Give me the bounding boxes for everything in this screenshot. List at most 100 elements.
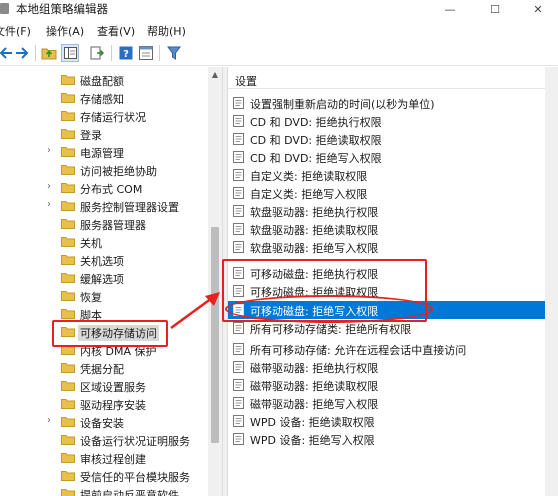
setting-row[interactable]: 磁带驱动器: 拒绝写入权限 xyxy=(228,394,558,412)
setting-label: CD 和 DVD: 拒绝读取权限 xyxy=(250,134,382,147)
forward-icon[interactable] xyxy=(14,44,32,62)
tree-item-tpm-services[interactable]: 受信任的平台模块服务 xyxy=(0,467,208,485)
setting-row[interactable]: 自定义类: 拒绝写入权限 xyxy=(228,184,558,202)
folder-icon xyxy=(61,200,75,211)
tree-item-label: 区域设置服务 xyxy=(80,381,146,394)
tree-item-shutdown[interactable]: 关机 xyxy=(0,233,208,251)
policy-setting-icon xyxy=(233,205,244,217)
setting-label: 软盘驱动器: 拒绝执行权限 xyxy=(250,206,379,219)
setting-label: 所有可移动存储: 允许在远程会话中直接访问 xyxy=(250,344,467,357)
menu-file[interactable]: 文件(F) xyxy=(0,23,31,39)
setting-row-selected[interactable]: 可移动磁盘: 拒绝写入权限 xyxy=(228,301,558,319)
tree-item-storage-health[interactable]: 存储运行状况 xyxy=(0,107,208,125)
folder-icon xyxy=(61,344,75,355)
tree-item-device-health-attestation[interactable]: 设备运行状况证明服务 xyxy=(0,431,208,449)
tree-scrollbar[interactable]: ▲ xyxy=(208,67,222,496)
show-hide-tree-icon[interactable] xyxy=(61,44,79,62)
tree-item-early-launch-antimalware[interactable]: 提前启动反恶意软件 xyxy=(0,485,208,496)
tree-item-distributed-com[interactable]: › 分布式 COM xyxy=(0,179,208,197)
setting-row[interactable]: CD 和 DVD: 拒绝读取权限 xyxy=(228,130,558,148)
help-icon[interactable]: ? xyxy=(117,44,135,62)
folder-icon xyxy=(61,308,75,319)
tree-item-label: 访问被拒绝协助 xyxy=(80,165,157,178)
setting-row[interactable]: CD 和 DVD: 拒绝写入权限 xyxy=(228,148,558,166)
setting-label: CD 和 DVD: 拒绝执行权限 xyxy=(250,116,382,129)
folder-icon xyxy=(61,398,75,409)
properties-icon[interactable] xyxy=(137,44,155,62)
menu-view[interactable]: 查看(V) xyxy=(97,23,135,39)
setting-row[interactable]: 软盘驱动器: 拒绝读取权限 xyxy=(228,220,558,238)
setting-row[interactable]: 软盘驱动器: 拒绝写入权限 xyxy=(228,238,558,256)
tree-item-audit-process-creation[interactable]: 审核过程创建 xyxy=(0,449,208,467)
setting-label: 可移动磁盘: 拒绝执行权限 xyxy=(250,268,379,281)
tree-item-mitigation-options[interactable]: 缓解选项 xyxy=(0,269,208,287)
scrollbar-thumb[interactable] xyxy=(211,227,219,443)
setting-row[interactable]: 软盘驱动器: 拒绝执行权限 xyxy=(228,202,558,220)
minimize-button[interactable]: — xyxy=(430,0,470,18)
setting-row[interactable]: 自定义类: 拒绝读取权限 xyxy=(228,166,558,184)
policy-setting-icon xyxy=(233,322,244,334)
scroll-up-arrow-icon[interactable]: ▲ xyxy=(208,67,222,81)
tree-item-server-manager[interactable]: 服务器管理器 xyxy=(0,215,208,233)
export-list-icon[interactable] xyxy=(88,44,106,62)
setting-row[interactable]: WPD 设备: 拒绝读取权限 xyxy=(228,412,558,430)
folder-icon xyxy=(61,146,75,157)
tree-item-credentials-delegation[interactable]: 凭据分配 xyxy=(0,359,208,377)
folder-icon xyxy=(61,92,75,103)
chevron-right-icon[interactable]: › xyxy=(47,145,57,157)
tree-item-scm-settings[interactable]: › 服务控制管理器设置 xyxy=(0,197,208,215)
policy-setting-icon xyxy=(233,361,244,373)
filter-icon[interactable] xyxy=(165,44,183,62)
settings-scrollbar[interactable] xyxy=(545,67,558,496)
maximize-button[interactable]: ☐ xyxy=(475,0,515,18)
setting-row[interactable]: 所有可移动存储: 允许在远程会话中直接访问 xyxy=(228,340,558,358)
setting-label: 磁带驱动器: 拒绝写入权限 xyxy=(250,398,379,411)
folder-icon xyxy=(61,470,75,481)
setting-row[interactable]: WPD 设备: 拒绝写入权限 xyxy=(228,430,558,448)
folder-icon xyxy=(61,218,75,229)
policy-setting-icon xyxy=(233,379,244,391)
policy-setting-icon xyxy=(233,223,244,235)
tree-item-driver-installation[interactable]: 驱动程序安装 xyxy=(0,395,208,413)
setting-row[interactable]: 磁带驱动器: 拒绝执行权限 xyxy=(228,358,558,376)
tree-item-label: 服务控制管理器设置 xyxy=(80,201,179,214)
chevron-right-icon[interactable]: › xyxy=(47,199,57,211)
setting-label: WPD 设备: 拒绝写入权限 xyxy=(250,434,375,447)
settings-pane[interactable]: 设置 设置强制重新启动的时间(以秒为单位) CD 和 DVD: 拒绝执行权限 C… xyxy=(228,67,558,496)
back-icon[interactable] xyxy=(0,44,14,62)
tree-item-label: 设备运行状况证明服务 xyxy=(80,435,190,448)
setting-row[interactable]: 可移动磁盘: 拒绝执行权限 xyxy=(228,264,558,282)
tree-item-disk-quota[interactable]: 磁盘配额 xyxy=(0,71,208,89)
chevron-right-icon[interactable]: › xyxy=(47,415,57,427)
tree-item-access-denied-assistance[interactable]: 访问被拒绝协助 xyxy=(0,161,208,179)
policy-setting-icon xyxy=(233,151,244,163)
setting-row[interactable]: 磁带驱动器: 拒绝读取权限 xyxy=(228,376,558,394)
policy-setting-icon xyxy=(233,415,244,427)
policy-setting-icon xyxy=(233,285,244,297)
folder-icon xyxy=(61,362,75,373)
chevron-right-icon[interactable]: › xyxy=(47,181,57,193)
menu-help[interactable]: 帮助(H) xyxy=(147,23,186,39)
tree-item-kernel-dma-protection[interactable]: 内核 DMA 保护 xyxy=(0,341,208,359)
tree-item-power-management[interactable]: › 电源管理 xyxy=(0,143,208,161)
close-button[interactable]: ✕ xyxy=(518,0,558,18)
folder-icon xyxy=(61,452,75,463)
policy-setting-icon xyxy=(233,433,244,445)
setting-label: 设置强制重新启动的时间(以秒为单位) xyxy=(250,98,435,111)
settings-column-header[interactable]: 设置 xyxy=(228,67,558,89)
tree-item-shutdown-options[interactable]: 关机选项 xyxy=(0,251,208,269)
menu-action[interactable]: 操作(A) xyxy=(46,23,84,39)
policy-setting-icon xyxy=(233,343,244,355)
tree-item-locale-services[interactable]: 区域设置服务 xyxy=(0,377,208,395)
setting-row[interactable]: 可移动磁盘: 拒绝读取权限 xyxy=(228,282,558,300)
tree-item-label: 服务器管理器 xyxy=(80,219,146,232)
setting-row[interactable]: CD 和 DVD: 拒绝执行权限 xyxy=(228,112,558,130)
up-folder-icon[interactable] xyxy=(40,44,58,62)
setting-row[interactable]: 所有可移动存储类: 拒绝所有权限 xyxy=(228,319,558,337)
tree-pane[interactable]: 磁盘配额 存储感知 存储运行状况 登录 › 电源管理 访问被拒绝协助 › 分布式… xyxy=(0,67,222,496)
tree-item-storage-sense[interactable]: 存储感知 xyxy=(0,89,208,107)
setting-row[interactable]: 设置强制重新启动的时间(以秒为单位) xyxy=(228,94,558,112)
tree-item-label: 磁盘配额 xyxy=(80,75,124,88)
tree-item-device-installation[interactable]: › 设备安装 xyxy=(0,413,208,431)
tree-item-logon[interactable]: 登录 xyxy=(0,125,208,143)
